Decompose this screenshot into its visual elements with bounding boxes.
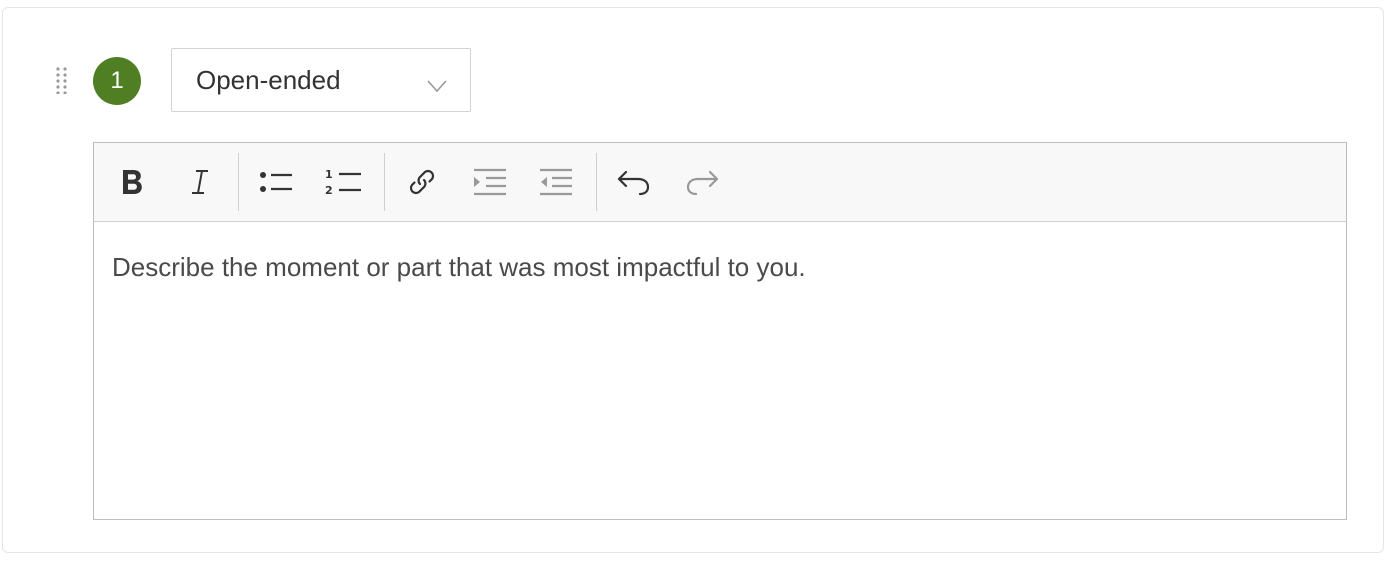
outdent-button[interactable]: [530, 156, 582, 208]
italic-icon: [192, 170, 208, 194]
redo-button[interactable]: [676, 156, 728, 208]
svg-text:1: 1: [325, 168, 333, 181]
indent-button[interactable]: [464, 156, 516, 208]
link-icon: [409, 169, 435, 195]
indent-icon: [474, 168, 506, 196]
question-type-select[interactable]: Open-ended: [171, 48, 471, 112]
bullet-list-button[interactable]: [250, 156, 302, 208]
undo-button[interactable]: [608, 156, 660, 208]
chevron-down-icon: [426, 71, 448, 93]
outdent-icon: [540, 168, 572, 196]
question-type-value: Open-ended: [196, 64, 341, 95]
undo-icon: [617, 170, 650, 196]
bold-icon: [123, 170, 142, 194]
toolbar-separator: [596, 153, 597, 211]
drag-handle-icon[interactable]: [55, 66, 69, 95]
editor-content[interactable]: Describe the moment or part that was mos…: [94, 222, 1346, 313]
svg-text:2: 2: [325, 184, 333, 197]
question-number: 1: [110, 67, 124, 94]
question-card: 1 Open-ended 1 2 Describe the moment or …: [2, 7, 1384, 553]
link-button[interactable]: [396, 156, 448, 208]
question-number-badge: 1: [93, 57, 141, 105]
numbered-list-button[interactable]: 1 2: [318, 156, 370, 208]
bullet-list-icon: [260, 172, 292, 192]
toolbar-separator: [384, 153, 385, 211]
toolbar-separator: [238, 153, 239, 211]
italic-button[interactable]: [174, 156, 226, 208]
rich-text-editor: 1 2 Describe the moment or part that was…: [93, 142, 1347, 520]
bold-button[interactable]: [106, 156, 158, 208]
editor-toolbar: 1 2: [94, 143, 1346, 222]
numbered-list-icon: 1 2: [325, 168, 361, 197]
redo-icon: [686, 170, 719, 196]
